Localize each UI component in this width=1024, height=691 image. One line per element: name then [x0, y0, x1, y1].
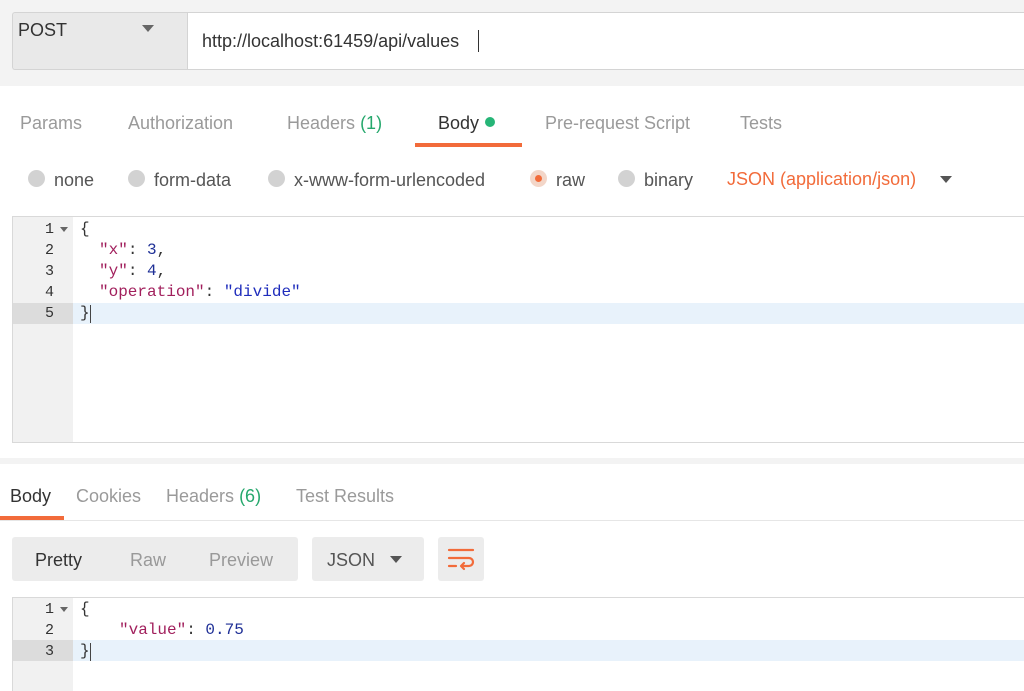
tab-tests[interactable]: Tests	[740, 113, 782, 134]
radio-binary[interactable]	[618, 170, 635, 187]
response-tab-test-results[interactable]: Test Results	[296, 486, 394, 507]
line-number: 2	[44, 242, 54, 259]
method-label: POST	[18, 20, 68, 40]
view-pretty-button[interactable]: Pretty	[35, 550, 82, 571]
tab-pre-request-script[interactable]: Pre-request Script	[545, 113, 690, 134]
status-dot-icon	[485, 117, 496, 127]
code-line-y: "y": 4,	[99, 262, 167, 280]
panel-divider[interactable]	[0, 458, 1024, 464]
word-wrap-button[interactable]	[438, 537, 484, 581]
view-raw-button[interactable]: Raw	[130, 550, 166, 571]
url-text: http://localhost:61459/api/values	[202, 31, 460, 51]
chevron-down-icon[interactable]	[142, 25, 154, 32]
view-preview-button[interactable]: Preview	[209, 550, 273, 571]
radio-form-data-label[interactable]: form-data	[154, 170, 231, 191]
line-number: 3	[44, 643, 54, 660]
text-cursor	[478, 30, 479, 52]
line-number: 1	[44, 221, 54, 238]
headers-count: (1)	[360, 113, 383, 133]
tab-body[interactable]: Body	[438, 113, 496, 134]
response-active-line	[73, 640, 1024, 661]
response-tab-body[interactable]: Body	[10, 486, 51, 507]
radio-form-data[interactable]	[128, 170, 145, 187]
radio-none-label[interactable]: none	[54, 170, 94, 191]
radio-raw-label[interactable]: raw	[556, 170, 585, 191]
response-line-value: "value": 0.75	[119, 621, 244, 639]
fold-arrow-icon[interactable]	[60, 607, 68, 612]
line-number: 2	[44, 622, 54, 639]
format-select-label: JSON	[327, 550, 376, 570]
code-line-operation: "operation": "divide"	[99, 283, 301, 301]
code-brace-close: }	[80, 304, 90, 322]
response-brace-open: {	[80, 600, 90, 618]
content-type-dropdown[interactable]: JSON (application/json)	[727, 169, 916, 190]
chevron-down-icon[interactable]	[390, 556, 402, 563]
tab-authorization[interactable]: Authorization	[128, 113, 233, 134]
radio-raw[interactable]	[530, 170, 547, 187]
line-number: 1	[44, 601, 54, 618]
line-number: 4	[44, 284, 54, 301]
active-response-tab-indicator	[0, 516, 64, 520]
code-brace-open: {	[80, 220, 90, 238]
radio-urlencoded[interactable]	[268, 170, 285, 187]
response-headers-count: (6)	[239, 486, 262, 506]
response-caret	[90, 643, 91, 661]
radio-urlencoded-label[interactable]: x-www-form-urlencoded	[294, 170, 485, 191]
response-tab-headers[interactable]: Headers (6)	[166, 486, 261, 507]
word-wrap-icon	[447, 548, 475, 571]
active-tab-indicator	[415, 143, 522, 147]
chevron-down-icon[interactable]	[940, 176, 952, 183]
tab-headers[interactable]: Headers (1)	[287, 113, 382, 134]
line-number: 5	[44, 305, 54, 322]
radio-none[interactable]	[28, 170, 45, 187]
tab-params[interactable]: Params	[20, 113, 82, 134]
response-tab-cookies[interactable]: Cookies	[76, 486, 141, 507]
editor-caret	[90, 305, 91, 323]
response-tabs-border	[0, 520, 1024, 521]
active-line-highlight	[73, 303, 1024, 324]
fold-arrow-icon[interactable]	[60, 227, 68, 232]
code-line-x: "x": 3,	[99, 241, 167, 259]
line-number: 3	[44, 263, 54, 280]
radio-binary-label[interactable]: binary	[644, 170, 693, 191]
response-brace-close: }	[80, 642, 90, 660]
